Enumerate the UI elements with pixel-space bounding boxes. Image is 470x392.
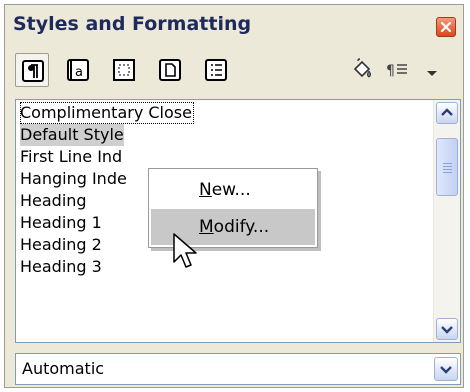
list-item[interactable]: Heading 2 [20, 234, 102, 256]
vertical-scrollbar[interactable] [433, 100, 460, 342]
menu-item-modify-label: odify... [213, 217, 270, 237]
list-styles-icon [205, 59, 227, 81]
chevron-down-icon [441, 326, 453, 334]
page-styles-button[interactable] [153, 53, 187, 87]
paragraph-styles-icon [22, 60, 44, 82]
page-styles-icon [159, 59, 181, 81]
fill-format-mode-icon [353, 58, 371, 78]
character-styles-button[interactable]: a [61, 53, 95, 87]
menu-item-new-label: ew... [211, 180, 251, 200]
close-icon [440, 21, 452, 33]
panel-title: Styles and Formatting [13, 13, 252, 35]
menu-item-modify-accel: M [199, 217, 214, 237]
close-button[interactable] [436, 17, 456, 37]
scroll-up-button[interactable] [436, 102, 458, 124]
list-item[interactable]: Heading 1 [20, 212, 102, 234]
fill-format-mode-button[interactable] [345, 53, 379, 87]
paragraph-styles-button[interactable] [15, 53, 49, 87]
menu-item-new[interactable]: New... [151, 172, 315, 208]
style-filter-dropdown-button[interactable] [434, 357, 458, 381]
list-item[interactable]: Hanging Inde [20, 168, 127, 190]
list-item[interactable]: Complimentary Close [20, 102, 194, 124]
scroll-thumb[interactable] [436, 138, 458, 196]
chevron-up-icon [441, 108, 453, 116]
frame-styles-button[interactable] [107, 53, 141, 87]
style-filter-dropdown[interactable]: Automatic [15, 353, 461, 385]
frame-styles-icon [113, 59, 135, 81]
style-family-toolbar: a ¶ [15, 49, 453, 95]
svg-text:a: a [75, 65, 83, 80]
style-filter-value: Automatic [22, 359, 105, 378]
list-styles-button[interactable] [199, 53, 233, 87]
new-style-from-selection-icon: ¶ [386, 63, 407, 79]
svg-text:¶: ¶ [386, 63, 395, 79]
new-style-from-selection-button[interactable]: ¶ [381, 53, 415, 87]
title-bar: Styles and Formatting [5, 5, 463, 45]
list-item[interactable]: Default Style [20, 124, 124, 146]
toolbar-dropdown-button[interactable] [423, 53, 445, 87]
menu-item-new-accel: N [199, 180, 212, 200]
list-item[interactable]: Heading [20, 190, 87, 212]
scroll-down-button[interactable] [436, 318, 458, 340]
character-styles-icon: a [67, 59, 89, 81]
mouse-pointer-icon [173, 233, 197, 268]
list-item[interactable]: First Line Ind [20, 146, 122, 168]
chevron-down-icon [440, 366, 452, 374]
list-item[interactable]: Heading 3 [20, 256, 102, 278]
dropdown-arrow-icon [427, 71, 437, 76]
